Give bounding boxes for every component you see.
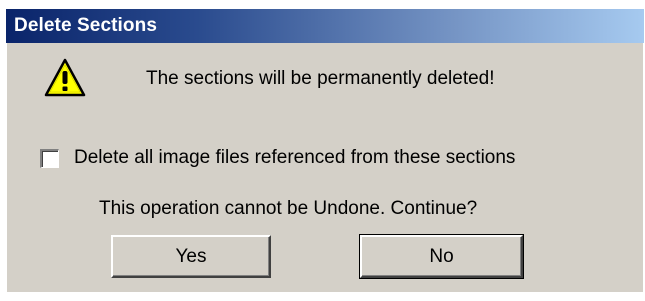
no-button[interactable]: No [359,234,524,279]
confirmation-question: This operation cannot be Undone. Continu… [99,198,478,219]
warning-icon [44,57,86,99]
delete-images-checkbox-label[interactable]: Delete all image files referenced from t… [74,147,515,169]
warning-message: The sections will be permanently deleted… [146,68,495,89]
title-bar[interactable]: Delete Sections [6,9,644,43]
window-title: Delete Sections [14,15,157,36]
delete-sections-dialog: Delete Sections The sections will be per… [6,9,644,293]
yes-button-label: Yes [175,245,207,267]
delete-images-checkbox[interactable] [40,149,59,168]
no-button-label: No [429,245,454,267]
yes-button[interactable]: Yes [111,235,271,278]
